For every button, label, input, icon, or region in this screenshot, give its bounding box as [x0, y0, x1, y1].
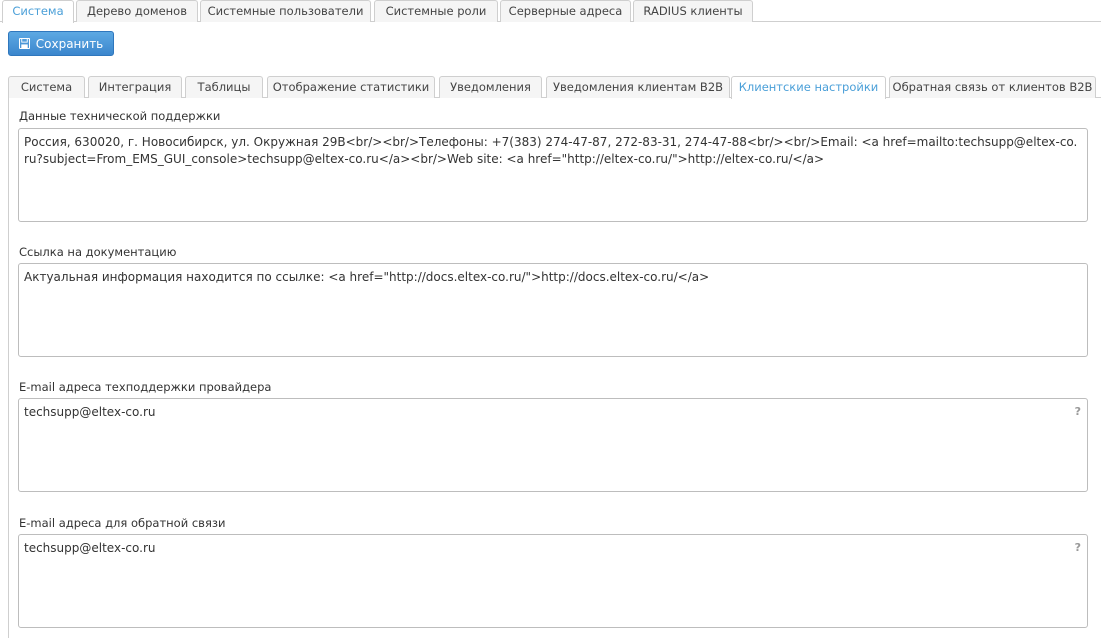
top-tab-bar: Система Дерево доменов Системные пользов… — [0, 0, 1101, 23]
subtab-tables[interactable]: Таблицы — [185, 76, 263, 98]
tab-domain-tree[interactable]: Дерево доменов — [76, 0, 198, 22]
tab-server-addresses[interactable]: Серверные адреса — [500, 0, 631, 22]
tab-radius-clients[interactable]: RADIUS клиенты — [633, 0, 753, 22]
subtab-b2b-notifications[interactable]: Уведомления клиентам B2B — [546, 76, 730, 98]
help-icon[interactable]: ? — [1075, 403, 1081, 420]
feedback-email-field[interactable]: techsupp@eltex-co.ru ? — [18, 534, 1088, 628]
tab-system-users[interactable]: Системные пользователи — [200, 0, 371, 22]
save-button[interactable]: Сохранить — [8, 31, 114, 56]
support-data-value: Россия, 630020, г. Новосибирск, ул. Окру… — [24, 135, 1078, 166]
save-button-label: Сохранить — [35, 36, 104, 51]
support-data-field[interactable]: Россия, 630020, г. Новосибирск, ул. Окру… — [18, 128, 1088, 222]
subtab-notifications[interactable]: Уведомления — [439, 76, 542, 98]
subtab-b2b-feedback[interactable]: Обратная связь от клиентов B2B — [889, 76, 1096, 98]
subtab-integration[interactable]: Интеграция — [88, 76, 182, 98]
subtab-client-settings[interactable]: Клиентские настройки — [731, 76, 886, 99]
subtab-statistics-display[interactable]: Отображение статистики — [267, 76, 435, 98]
support-data-label: Данные технической поддержки — [19, 109, 221, 123]
settings-tab-bar: Система Интеграция Таблицы Отображение с… — [8, 76, 1101, 99]
docs-link-label: Ссылка на документацию — [19, 245, 177, 259]
help-icon[interactable]: ? — [1075, 539, 1081, 556]
provider-email-field[interactable]: techsupp@eltex-co.ru ? — [18, 398, 1088, 492]
provider-email-label: E-mail адреса техподдержки провайдера — [19, 380, 272, 394]
tab-system-roles[interactable]: Системные роли — [374, 0, 498, 22]
docs-link-field[interactable]: Актуальная информация находится по ссылк… — [18, 263, 1088, 357]
tab-system[interactable]: Система — [2, 0, 74, 23]
floppy-disk-icon — [18, 38, 30, 49]
provider-email-value: techsupp@eltex-co.ru — [24, 405, 156, 419]
feedback-email-label: E-mail адреса для обратной связи — [19, 516, 226, 530]
subtab-system[interactable]: Система — [8, 76, 85, 98]
docs-link-value: Актуальная информация находится по ссылк… — [24, 270, 710, 284]
feedback-email-value: techsupp@eltex-co.ru — [24, 541, 156, 555]
